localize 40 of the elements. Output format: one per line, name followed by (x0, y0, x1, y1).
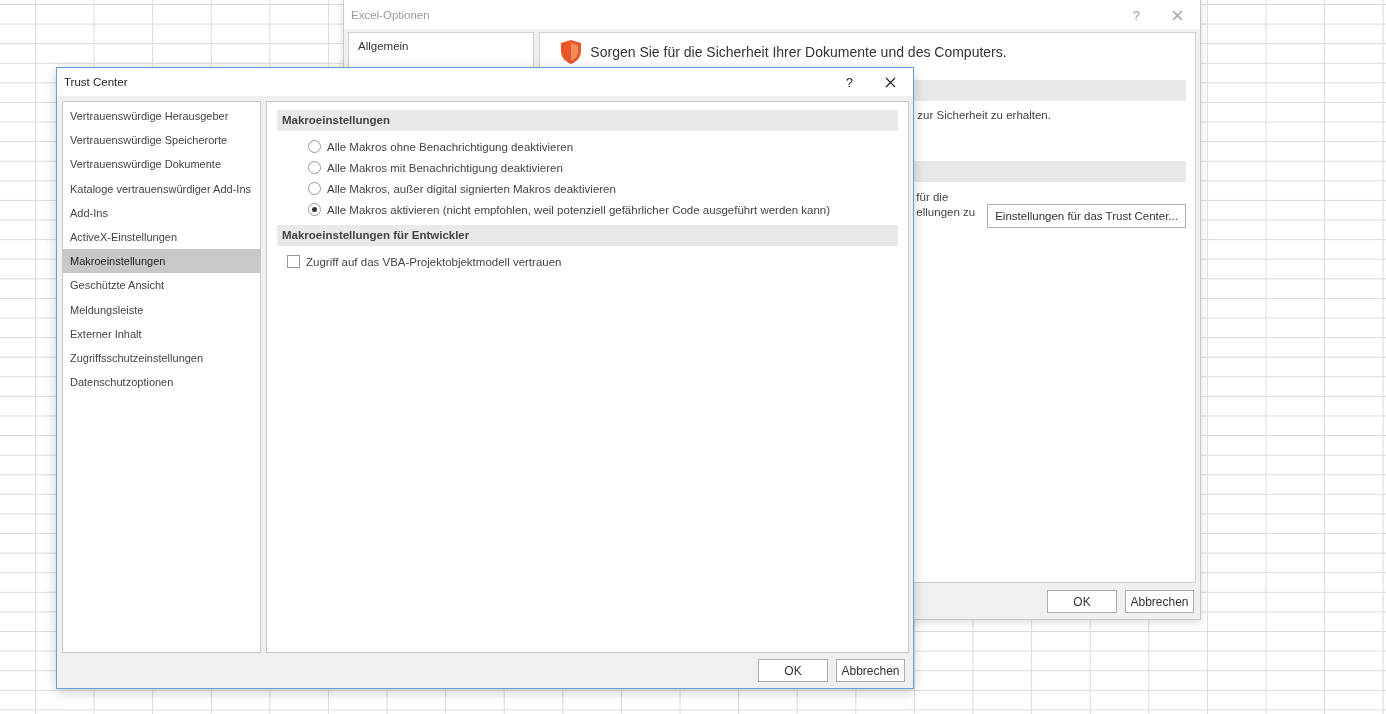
help-button[interactable]: ? (839, 72, 859, 92)
description-text: ellungen zu (916, 206, 976, 218)
sidebar-item[interactable]: Zugriffsschutzeinstellungen (63, 345, 260, 371)
heading-text: Sorgen Sie für die Sicherheit Ihrer Dokumente und des Computers. (590, 44, 1007, 60)
radio-label[interactable]: Alle Makros ohne Benachrichtigung deaktivieren (327, 140, 574, 153)
sidebar-item[interactable]: Meldungsleiste (63, 297, 260, 322)
sidebar-item[interactable]: Datenschutzoptionen (63, 370, 260, 395)
section-header: Makroeinstellungen (277, 110, 898, 131)
radio-button[interactable] (308, 161, 321, 174)
ok-button[interactable]: OK (1047, 590, 1117, 613)
radio-label[interactable]: Alle Makros, außer digital signierten Makros deaktivieren (327, 182, 616, 195)
description-text: zur Sicherheit zu erhalten. (917, 109, 1051, 121)
sidebar-item[interactable]: ActiveX-Einstellungen (63, 224, 260, 250)
checkbox-label[interactable]: Zugriff auf das VBA-Projektobjektmodell vertrauen (306, 255, 562, 268)
radio-label[interactable]: Alle Makros mit Benachrichtigung deaktivieren (327, 161, 563, 174)
sidebar-item[interactable]: Kataloge vertrauenswürdiger Add-Ins (63, 176, 260, 201)
shield-icon (560, 39, 583, 65)
trust-center-settings-button[interactable]: Einstellungen für das Trust Center... (987, 204, 1186, 228)
close-icon (885, 76, 896, 88)
window-title: Excel-Optionen (351, 9, 430, 21)
sidebar-item[interactable]: Vertrauenswürdige Herausgeber (63, 104, 260, 129)
ok-button[interactable]: OK (758, 659, 828, 682)
cancel-button[interactable]: Abbrechen (1125, 590, 1194, 613)
sidebar-item[interactable]: Allgemein (349, 38, 534, 54)
sidebar-item[interactable]: Geschützte Ansicht (63, 273, 260, 298)
radio-button[interactable] (308, 182, 321, 195)
sidebar-item[interactable]: Makroeinstellungen (63, 249, 260, 274)
sidebar-item[interactable]: Add-Ins (63, 200, 260, 225)
sidebar-item[interactable]: Vertrauenswürdige Dokumente (63, 152, 260, 177)
sidebar-item[interactable]: Vertrauenswürdige Speicherorte (63, 128, 260, 153)
section-header: Makroeinstellungen für Entwickler (277, 225, 898, 246)
radio-button[interactable] (308, 140, 321, 153)
cancel-button[interactable]: Abbrechen (836, 659, 905, 682)
close-icon (1172, 9, 1183, 21)
radio-label[interactable]: Alle Makros aktivieren (nicht empfohlen, weil potenziell gefährlicher Code ausgeführt werden kann) (327, 203, 831, 216)
sidebar-item[interactable]: Externer Inhalt (63, 321, 260, 346)
window-title: Trust Center (64, 76, 128, 88)
description-text: für die (916, 191, 950, 203)
checkbox[interactable] (287, 255, 300, 268)
radio-button[interactable] (308, 203, 321, 216)
